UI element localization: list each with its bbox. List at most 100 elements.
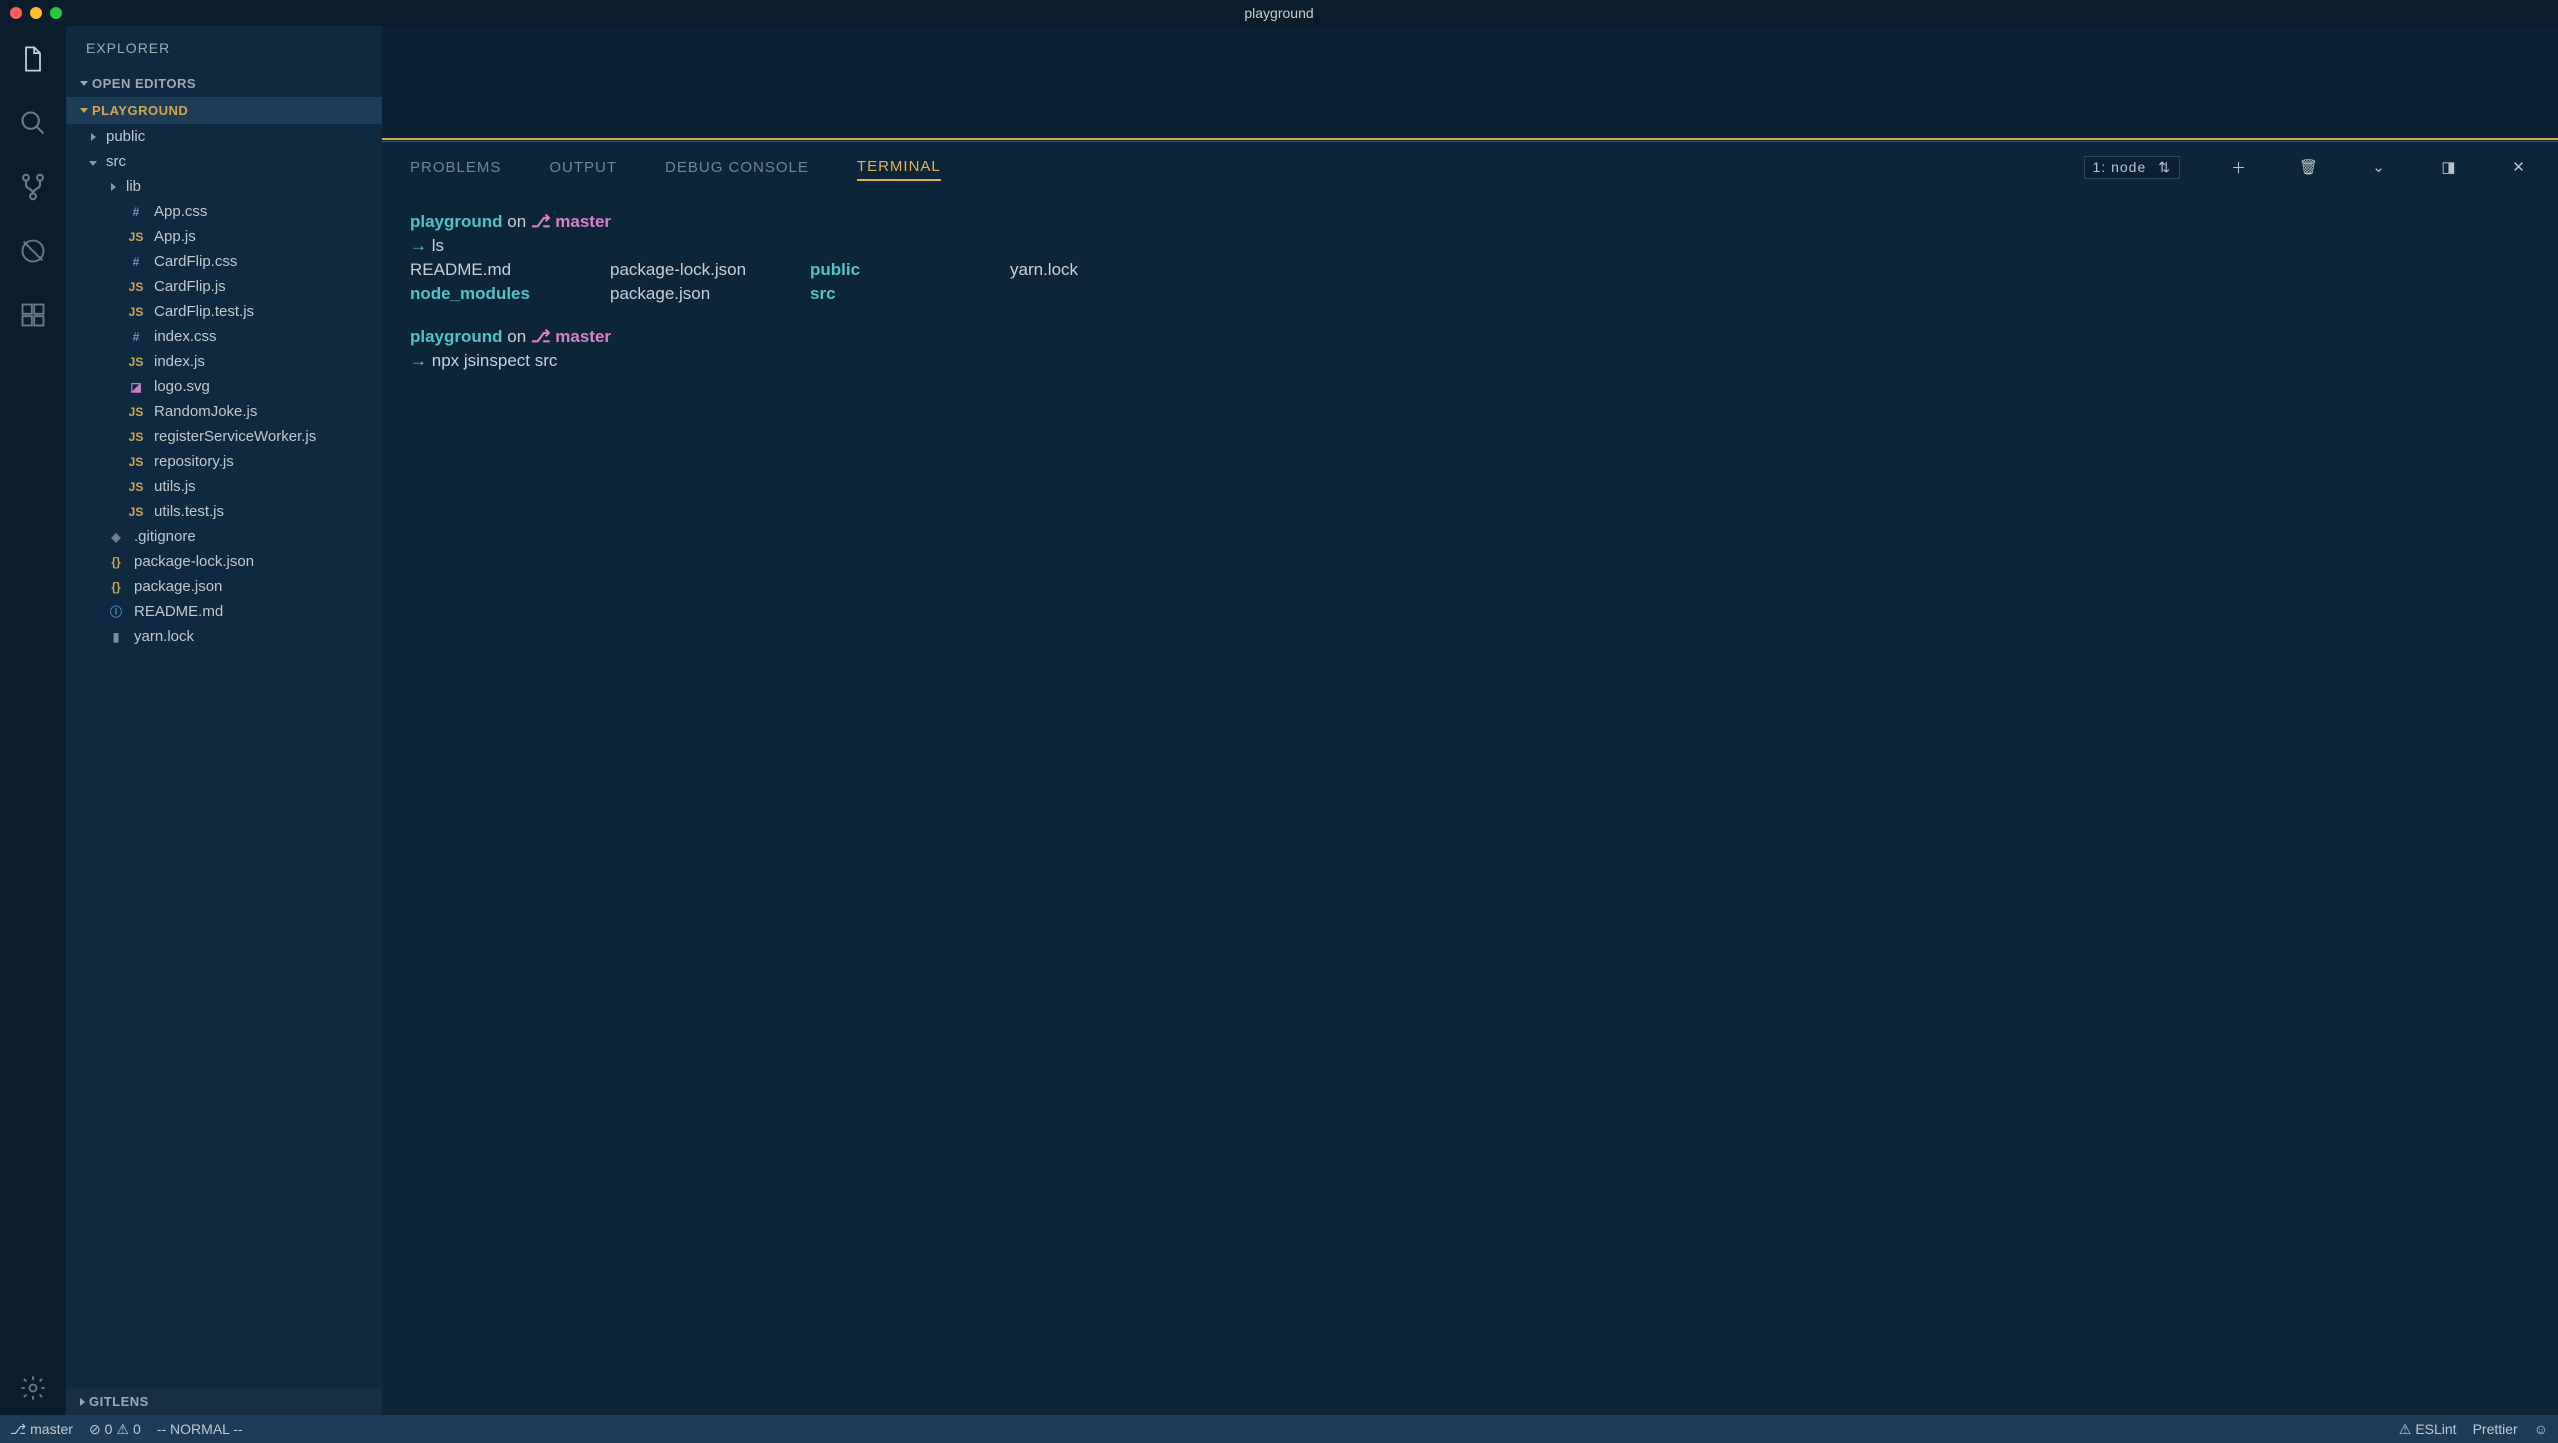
chevron-down-icon <box>80 108 88 113</box>
ls-entry: node_modules <box>410 282 610 306</box>
file-icon: {} <box>106 555 126 569</box>
status-bar: ⎇ master ⊘ 0 ⚠ 0 -- NORMAL -- ⚠ ESLint P… <box>0 1415 2558 1443</box>
ls-entry: package-lock.json <box>610 258 810 282</box>
extensions-icon[interactable] <box>18 300 48 330</box>
file-icon: # <box>126 255 146 269</box>
file-icon: JS <box>126 305 146 319</box>
file-row[interactable]: #App.css <box>66 199 382 224</box>
file-name: README.md <box>134 603 223 620</box>
file-row[interactable]: ⓘ README.md <box>66 599 382 624</box>
status-eslint[interactable]: ⚠ ESLint <box>2399 1421 2457 1438</box>
status-eslint-label: ESLint <box>2415 1421 2456 1437</box>
warning-icon: ⚠ <box>116 1421 129 1438</box>
debug-icon[interactable] <box>18 236 48 266</box>
file-icon: JS <box>126 230 146 244</box>
file-row[interactable]: JSutils.js <box>66 474 382 499</box>
file-name: package-lock.json <box>134 553 254 570</box>
error-icon: ⊘ <box>89 1421 101 1438</box>
close-window-button[interactable] <box>10 7 22 19</box>
source-control-icon[interactable] <box>18 172 48 202</box>
traffic-lights <box>10 7 62 19</box>
chevron-down-icon <box>89 161 97 166</box>
terminal-content[interactable]: playground on ⎇ master → ls README.md pa… <box>382 192 2558 1415</box>
tab-terminal[interactable]: TERMINAL <box>857 154 941 181</box>
file-row[interactable]: ◪logo.svg <box>66 374 382 399</box>
file-name: yarn.lock <box>134 628 194 645</box>
file-name: utils.test.js <box>154 503 224 520</box>
file-row[interactable]: #CardFlip.css <box>66 249 382 274</box>
term-cwd: playground <box>410 212 503 231</box>
file-name: App.js <box>154 228 196 245</box>
term-command: ls <box>432 236 444 255</box>
status-problems[interactable]: ⊘ 0 ⚠ 0 <box>89 1421 141 1438</box>
feedback-icon[interactable]: ☺ <box>2534 1421 2548 1437</box>
file-row[interactable]: ◈.gitignore <box>66 524 382 549</box>
file-row[interactable]: {}package.json <box>66 574 382 599</box>
titlebar: playground <box>0 0 2558 26</box>
close-panel-icon[interactable]: ✕ <box>2508 158 2530 176</box>
panel-tabs: PROBLEMS OUTPUT DEBUG CONSOLE TERMINAL 1… <box>382 142 2558 192</box>
file-row[interactable]: JSindex.js <box>66 349 382 374</box>
gitlens-section[interactable]: GITLENS <box>66 1388 382 1415</box>
new-terminal-icon[interactable]: ＋ <box>2228 157 2250 178</box>
panel-maximize-icon[interactable]: ◨ <box>2438 158 2460 176</box>
git-branch-icon: ⎇ <box>531 212 551 231</box>
folder-row[interactable]: src <box>66 149 382 174</box>
chevron-down-icon[interactable]: ⌄ <box>2368 158 2390 176</box>
ls-entry: public <box>810 258 1010 282</box>
file-row[interactable]: #index.css <box>66 324 382 349</box>
workspace-section[interactable]: PLAYGROUND <box>66 97 382 124</box>
file-row[interactable]: JSCardFlip.test.js <box>66 299 382 324</box>
search-icon[interactable] <box>18 108 48 138</box>
open-editors-section[interactable]: OPEN EDITORS <box>66 70 382 97</box>
file-name: index.js <box>154 353 205 370</box>
file-row[interactable]: {} package-lock.json <box>66 549 382 574</box>
editor-canvas: PROBLEMS OUTPUT DEBUG CONSOLE TERMINAL 1… <box>382 26 2558 1415</box>
gitlens-label: GITLENS <box>89 1394 149 1409</box>
status-branch-name: master <box>30 1421 73 1437</box>
status-prettier[interactable]: Prettier <box>2473 1421 2518 1437</box>
status-warning-count: 0 <box>133 1421 141 1437</box>
window-title: playground <box>1244 5 1313 21</box>
file-icon: # <box>126 205 146 219</box>
git-branch-icon: ⎇ <box>531 327 551 346</box>
chevron-right-icon <box>111 183 116 191</box>
term-cwd: playground <box>410 327 503 346</box>
file-icon: JS <box>126 455 146 469</box>
file-icon: JS <box>126 280 146 294</box>
file-row[interactable]: JSrepository.js <box>66 449 382 474</box>
term-branch: master <box>555 327 611 346</box>
folder-name: src <box>106 153 126 170</box>
tab-problems[interactable]: PROBLEMS <box>410 155 501 180</box>
file-row[interactable]: JSutils.test.js <box>66 499 382 524</box>
explorer-icon[interactable] <box>18 44 48 74</box>
gear-icon[interactable] <box>18 1373 48 1403</box>
file-icon: JS <box>126 480 146 494</box>
file-name: index.css <box>154 328 217 345</box>
explorer-sidebar: EXPLORER OPEN EDITORS PLAYGROUND publics… <box>66 26 382 1415</box>
folder-row[interactable]: public <box>66 124 382 149</box>
term-on: on <box>507 212 526 231</box>
file-icon: ▮ <box>106 630 126 644</box>
folder-row[interactable]: lib <box>66 174 382 199</box>
folder-name: public <box>106 128 145 145</box>
chevron-right-icon <box>80 1398 85 1406</box>
file-row[interactable]: JSRandomJoke.js <box>66 399 382 424</box>
file-row[interactable]: JSCardFlip.js <box>66 274 382 299</box>
kill-terminal-icon[interactable]: 🗑 <box>2298 158 2320 176</box>
select-caret-icon: ⇅ <box>2158 159 2171 176</box>
term-on: on <box>507 327 526 346</box>
tab-output[interactable]: OUTPUT <box>549 155 617 180</box>
tab-debug-console[interactable]: DEBUG CONSOLE <box>665 155 809 180</box>
file-row[interactable]: ▮ yarn.lock <box>66 624 382 649</box>
terminal-shell-select[interactable]: 1: node ⇅ <box>2084 156 2180 179</box>
minimize-window-button[interactable] <box>30 7 42 19</box>
file-row[interactable]: JS App.js <box>66 224 382 249</box>
maximize-window-button[interactable] <box>50 7 62 19</box>
status-branch[interactable]: ⎇ master <box>10 1421 73 1438</box>
folder-name: lib <box>126 178 141 195</box>
file-icon: ◪ <box>126 380 146 394</box>
file-row[interactable]: JSregisterServiceWorker.js <box>66 424 382 449</box>
file-icon: ⓘ <box>106 603 126 620</box>
file-icon: JS <box>126 405 146 419</box>
